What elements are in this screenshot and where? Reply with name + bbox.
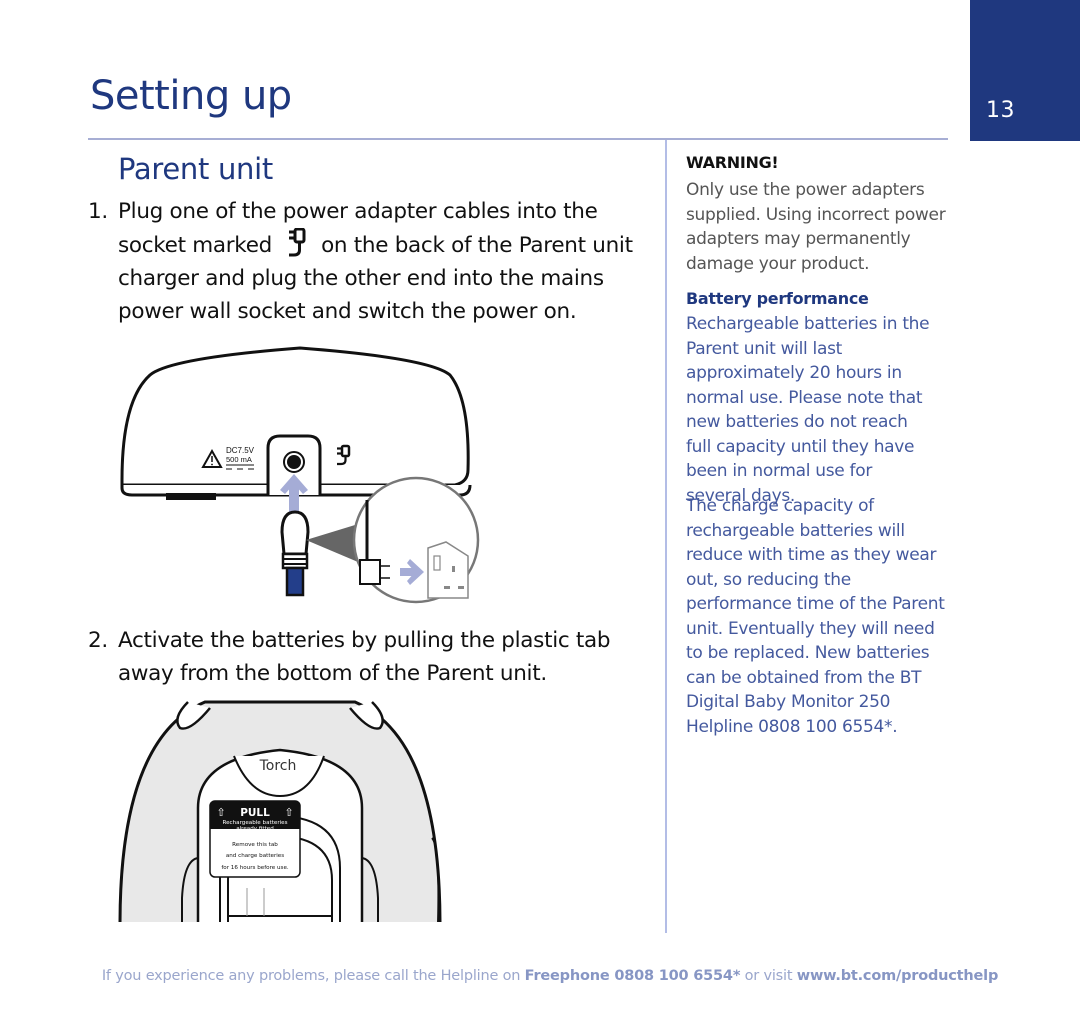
page-number: 13 (986, 98, 1015, 123)
callout-pointer (306, 525, 358, 562)
warning-heading: WARNING! (686, 153, 779, 172)
step-number: 1. (88, 199, 108, 224)
battery-text-1: Rechargeable batteries in the Parent uni… (686, 314, 930, 506)
up-arrow-icon: ⇧ (284, 806, 293, 819)
torch-button-label: Torch (259, 758, 297, 774)
power-adapter-socket-icon (283, 227, 313, 258)
dc-plug (280, 510, 310, 597)
tab-line: for 16 hours before use. (221, 865, 289, 871)
footer-text: or visit (740, 968, 797, 984)
battery-heading: Battery performance (686, 289, 869, 308)
page-number-tab: 13 (970, 0, 1080, 141)
charger-illustration: DC7.5V 500 mA (120, 346, 480, 604)
rating-current: 500 mA (226, 455, 252, 464)
column-divider (665, 140, 667, 933)
tab-line: and charge batteries (226, 853, 284, 859)
step-2: 2. Activate the batteries by pulling the… (88, 624, 648, 694)
pull-label: PULL (240, 807, 270, 819)
step-text: Activate the batteries by pulling the pl… (118, 628, 611, 686)
parent-unit-illustration: Torch PULL ⇧ ⇧ Rechargeable batteries al… (118, 700, 442, 922)
footer-phone: Freephone 0808 100 6554* (524, 968, 741, 984)
battery-text-2: The charge capacity of rechargeable batt… (686, 496, 945, 737)
wall-plug-callout (352, 476, 480, 604)
pull-tab: PULL ⇧ ⇧ Rechargeable batteries already … (209, 800, 301, 878)
step-1: 1. Plug one of the power adapter cables … (88, 195, 648, 330)
rating-voltage: DC7.5V (226, 446, 255, 455)
up-arrow-icon: ⇧ (216, 806, 225, 819)
step-number: 2. (88, 628, 108, 653)
tab-line: Remove this tab (232, 842, 278, 848)
warning-text: Only use the power adapters supplied. Us… (686, 180, 946, 274)
tab-line: already fitted (236, 826, 274, 832)
section-title: Parent unit (118, 152, 273, 186)
footer-text: If you experience any problems, please c… (101, 968, 525, 984)
footer-helpline: If you experience any problems, please c… (0, 968, 1080, 984)
footer-url-link[interactable]: www.bt.com/producthelp (797, 968, 999, 984)
title-divider (88, 138, 948, 140)
page-title: Setting up (90, 73, 292, 119)
charger-foot (166, 493, 216, 500)
step-text: Plug one of the power adapter cables int… (118, 195, 638, 328)
